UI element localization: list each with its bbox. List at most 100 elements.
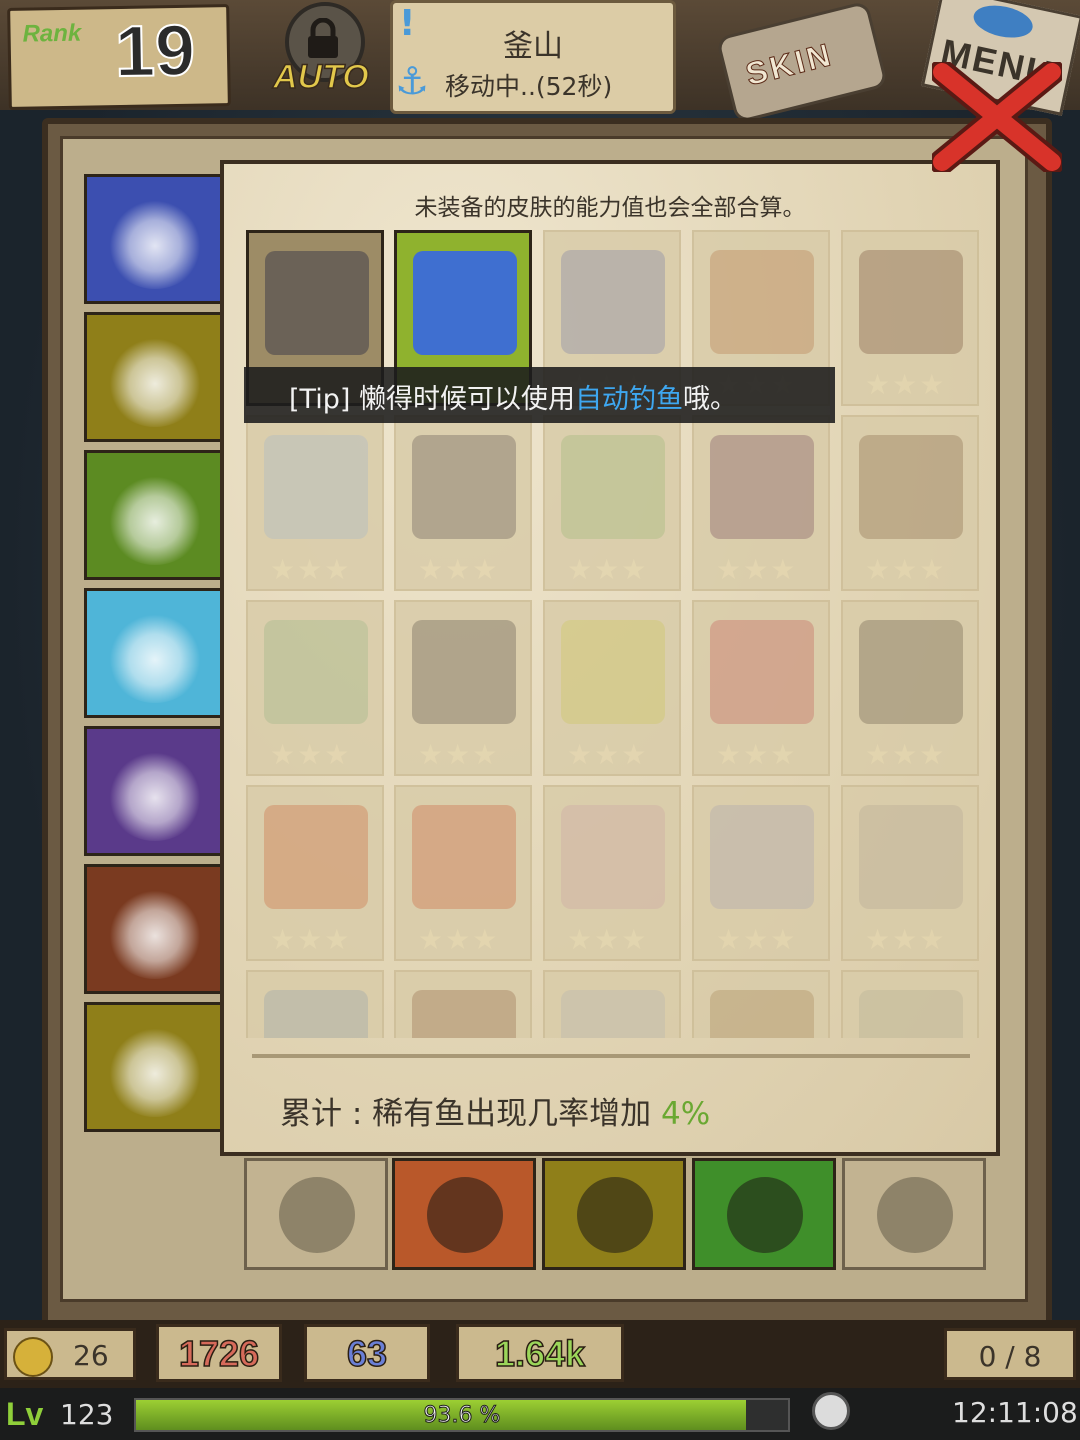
star-rating: ★★★	[865, 923, 947, 956]
skin-grid[interactable]: ★★★ ★★★ ★★★ ★★★ ★★★ ★★★ ★★★ ★★★ ★★★ ★★★ ★★★ ★★★ ★★★ ★…	[246, 230, 986, 1038]
green-maid-dress-icon	[561, 435, 665, 539]
star-rating: ★★★	[567, 738, 649, 771]
star-rating: ★★★	[418, 553, 500, 586]
gray-jacket-icon	[264, 990, 368, 1038]
tab-clothes[interactable]	[84, 588, 224, 718]
equip-binoculars-slot[interactable]	[692, 1158, 836, 1270]
tip-text: [Tip] 懒得时候可以使用自动钓鱼哦。	[289, 377, 737, 416]
tab-backpack[interactable]	[84, 864, 224, 994]
divider	[252, 1054, 970, 1058]
tab-hair[interactable]	[84, 450, 224, 580]
top-bar: Rank 19 AUTO ! ⚓ 釜山 移动中..(52秒) SKIN MENU	[0, 0, 1080, 124]
bikini-icon	[264, 620, 368, 724]
brown-coat-icon	[859, 435, 963, 539]
equip-net-slot[interactable]	[542, 1158, 686, 1270]
rank-label: Rank	[22, 19, 82, 48]
skin-item-brown-coat[interactable]: ★★★	[841, 415, 979, 591]
skin-item-striped-sweater[interactable]: ★★★	[841, 970, 979, 1038]
skin-item-white-coat[interactable]: ★★★	[841, 785, 979, 961]
skin-item-white-shirt[interactable]: ★★★	[543, 970, 681, 1038]
clock-time: 12:11:08	[952, 1396, 1078, 1429]
white-apron-icon	[264, 435, 368, 539]
tab-boat[interactable]	[84, 726, 224, 856]
skin-item-bikini[interactable]: ★★★	[246, 600, 384, 776]
binoculars-icon	[727, 1177, 803, 1253]
coin-counter: 26	[4, 1328, 136, 1380]
red-skirt-icon	[412, 805, 516, 909]
location-scroll: ! ⚓ 釜山 移动中..(52秒)	[390, 0, 676, 114]
fur-coat-icon	[859, 620, 963, 724]
star-rating: ★★★	[270, 738, 352, 771]
xp-text: 93.6 %	[423, 1403, 501, 1429]
stat-value-1: 1726	[178, 1332, 260, 1375]
location-name: 釜山	[503, 29, 563, 64]
skin-item-fur-coat[interactable]: ★★★	[841, 600, 979, 776]
brown-suit-icon	[412, 990, 516, 1038]
star-rating: ★★★	[865, 553, 947, 586]
star-rating: ★★★	[865, 368, 947, 401]
flower-dress-icon	[710, 250, 814, 354]
sailor-swimsuit-icon	[413, 251, 517, 355]
skin-item-hoodie[interactable]: ★★★	[692, 970, 830, 1038]
level-value: 123	[60, 1398, 114, 1431]
clock-icon	[812, 1392, 850, 1430]
tip-prefix: [Tip] 懒得时候可以使用	[289, 384, 575, 415]
equip-harpoon-slot[interactable]	[392, 1158, 536, 1270]
hoodie-icon	[710, 990, 814, 1038]
cat-icon	[279, 1177, 355, 1253]
boat-icon	[105, 745, 205, 841]
skin-item-green-maid-dress[interactable]: ★★★	[543, 415, 681, 591]
skin-item-bell-collar[interactable]: ★★★	[692, 785, 830, 961]
skin-item-white-apron[interactable]: ★★★	[246, 415, 384, 591]
star-rating: ★★★	[716, 553, 798, 586]
coin-icon	[13, 1337, 53, 1377]
fish-icon	[970, 0, 1036, 43]
skin-item-witch-dress[interactable]: ★★★	[692, 415, 830, 591]
equip-cat-slot[interactable]	[244, 1158, 388, 1270]
clothes-icon	[105, 607, 205, 703]
coin-value: 26	[73, 1339, 109, 1372]
skin-item-brown-suit[interactable]: ★★★	[394, 970, 532, 1038]
harpoon-icon	[427, 1177, 503, 1253]
lantern-icon	[105, 1021, 205, 1117]
stat-box-1: 1726	[156, 1324, 282, 1382]
star-rating: ★★★	[716, 923, 798, 956]
skin-item-skull-armor[interactable]: ★★★	[394, 600, 532, 776]
skin-item-red-hood[interactable]: ★★★	[246, 785, 384, 961]
skin-item-maid-dress[interactable]: ★★★	[394, 415, 532, 591]
star-rating: ★★★	[567, 923, 649, 956]
rank-value: 19	[113, 10, 196, 93]
tab-fishing-rod[interactable]	[84, 174, 224, 304]
rank-badge: Rank 19	[7, 4, 231, 110]
skin-item-gray-jacket[interactable]: ★★★	[246, 970, 384, 1038]
raincoat-icon	[561, 620, 665, 724]
maid-dress-icon	[412, 435, 516, 539]
skull-armor-icon	[412, 620, 516, 724]
skin-button[interactable]: SKIN	[715, 0, 889, 124]
total-bonus: 累计 : 稀有鱼出现几率增加 4%	[280, 1088, 710, 1133]
skin-item-red-dress[interactable]: ★★★	[692, 600, 830, 776]
total-label: 累计 : 稀有鱼出现几率增加	[280, 1096, 652, 1132]
location-status: 移动中..(52秒)	[445, 72, 613, 101]
net-icon	[577, 1177, 653, 1253]
bell-collar-icon	[710, 805, 814, 909]
level-icon: Lv	[6, 1396, 44, 1432]
leather-jacket-icon	[859, 250, 963, 354]
hat-icon	[105, 331, 205, 427]
equip-gem-slot[interactable]	[842, 1158, 986, 1270]
star-rating: ★★★	[567, 553, 649, 586]
close-icon[interactable]	[929, 59, 1065, 175]
skin-item-leather-jacket[interactable]: ★★★	[841, 230, 979, 406]
xp-progress-bar: 93.6 %	[134, 1398, 790, 1432]
skin-item-pink-coat[interactable]: ★★★	[543, 785, 681, 961]
stat-box-3: 1.64k	[456, 1324, 624, 1382]
skin-item-raincoat[interactable]: ★★★	[543, 600, 681, 776]
tab-lantern[interactable]	[84, 1002, 224, 1132]
tip-link[interactable]: 自动钓鱼	[575, 384, 683, 415]
star-rating: ★★★	[270, 553, 352, 586]
red-hood-icon	[264, 805, 368, 909]
skin-item-red-skirt[interactable]: ★★★	[394, 785, 532, 961]
auto-fishing-button[interactable]: AUTO	[255, 2, 385, 102]
tab-hat[interactable]	[84, 312, 224, 442]
tip-suffix: 哦。	[682, 384, 737, 415]
